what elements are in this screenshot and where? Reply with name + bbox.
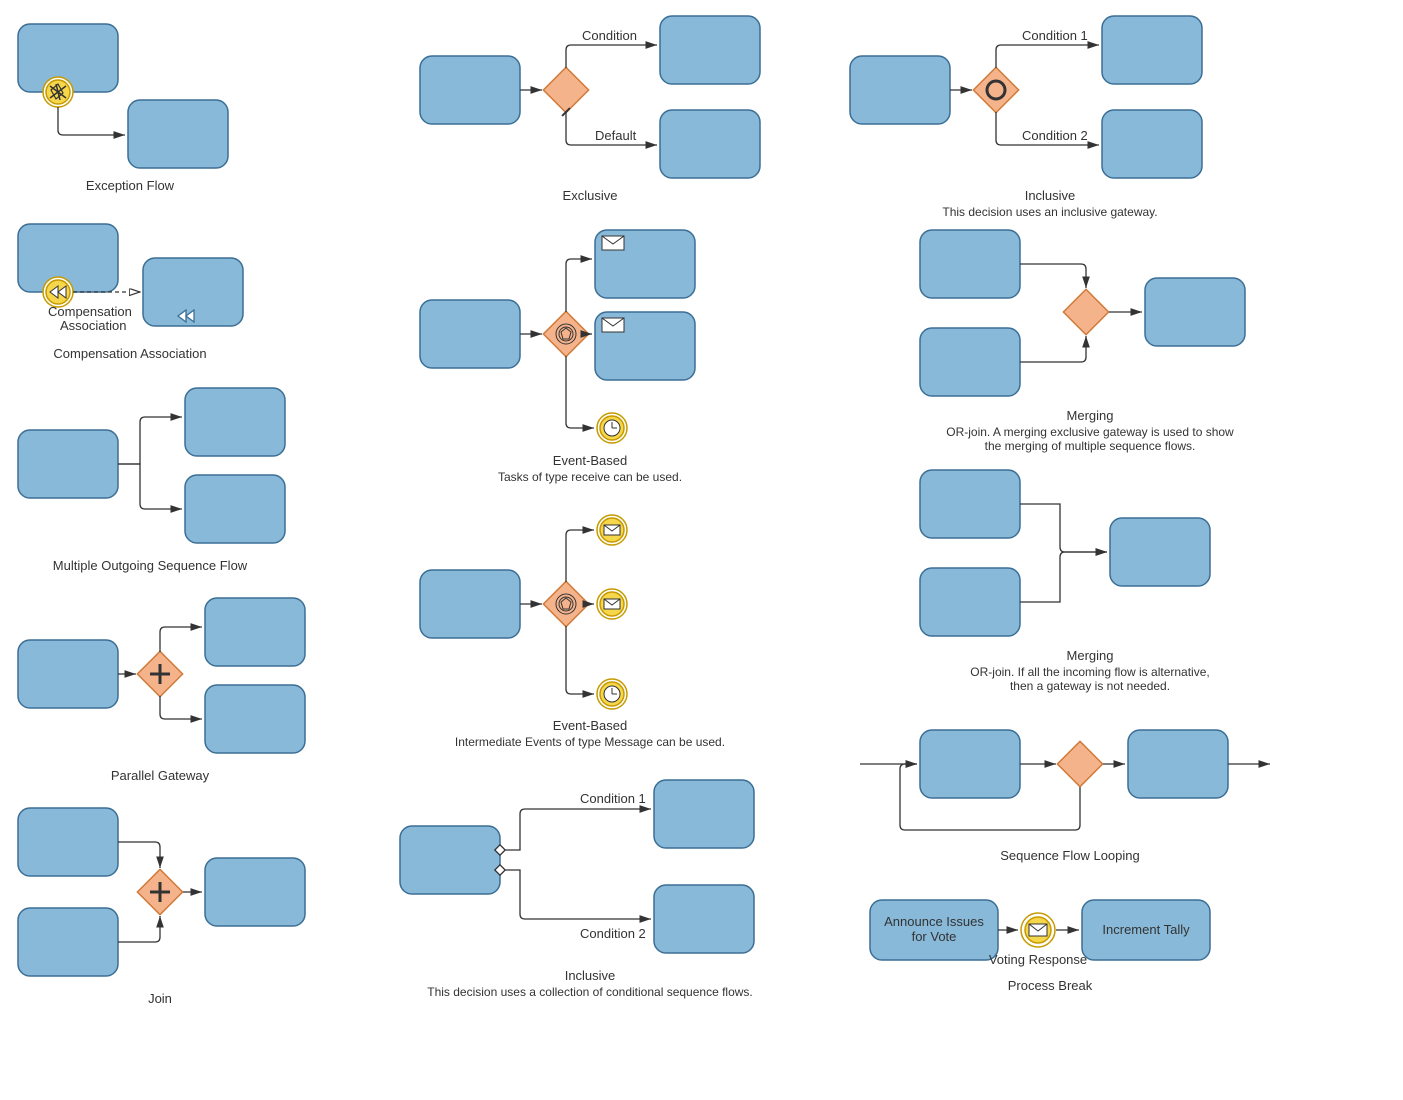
exclusive-gateway-icon	[1057, 741, 1102, 786]
multi-outgoing-cell: Multiple Outgoing Sequence Flow	[18, 388, 285, 573]
rewind-event-icon	[43, 277, 73, 307]
task-node	[920, 568, 1020, 636]
parallel-gateway-cell: Parallel Gateway	[18, 598, 305, 783]
task-node	[1128, 730, 1228, 798]
caption-sub: This decision uses an inclusive gateway.	[942, 205, 1157, 219]
caption-title: Exclusive	[563, 188, 618, 203]
event-gateway-icon	[543, 311, 588, 356]
task-node	[205, 685, 305, 753]
inclusive-gateway-cell: Condition 1 Condition 2 Inclusive This d…	[850, 16, 1202, 219]
caption-title: Sequence Flow Looping	[1000, 848, 1140, 863]
caption-title: Multiple Outgoing Sequence Flow	[53, 558, 248, 573]
task-node	[205, 858, 305, 926]
task-node	[1102, 16, 1202, 84]
task-node	[1145, 278, 1245, 346]
join-cell: Join	[18, 808, 305, 1006]
edge-label: Condition	[582, 28, 637, 43]
diagram-canvas: .task { fill:#88b9d9; stroke:#3c6f96; st…	[0, 0, 1403, 1100]
task-node	[654, 885, 754, 953]
task-node	[660, 16, 760, 84]
exclusive-cell: Condition Default Exclusive	[420, 16, 760, 203]
message-event-icon	[1021, 913, 1055, 947]
task-node	[660, 110, 760, 178]
task-node	[205, 598, 305, 666]
message-event-icon	[597, 589, 627, 619]
task-node	[1110, 518, 1210, 586]
process-break-cell: Announce Issuesfor Vote Increment Tally …	[870, 900, 1210, 993]
merging-gateway-cell: Merging OR-join. A merging exclusive gat…	[920, 230, 1245, 453]
task-node	[420, 570, 520, 638]
edge-label: Default	[595, 128, 637, 143]
event-based-tasks-cell: Event-Based Tasks of type receive can be…	[420, 230, 695, 484]
task-node	[654, 780, 754, 848]
caption-sub: This decision uses a collection of condi…	[427, 985, 753, 999]
caption-sub: Tasks of type receive can be used.	[498, 470, 682, 484]
inclusive-gateway-icon	[973, 67, 1018, 112]
envelope-icon	[602, 318, 624, 332]
merging-no-gateway-cell: Merging OR-join. If all the incoming flo…	[920, 470, 1210, 693]
caption-title: Merging	[1067, 648, 1114, 663]
message-event-icon	[597, 515, 627, 545]
task-node	[185, 388, 285, 456]
caption-title: Exception Flow	[86, 178, 175, 193]
task-node	[128, 100, 228, 168]
task-node	[920, 328, 1020, 396]
event-gateway-icon	[543, 581, 588, 626]
parallel-gateway-icon	[137, 651, 182, 696]
parallel-gateway-icon	[137, 869, 182, 914]
caption-title: Inclusive	[1025, 188, 1076, 203]
task-node	[850, 56, 950, 124]
task-node	[400, 826, 500, 894]
caption-title: Event-Based	[553, 718, 627, 733]
task-node	[420, 56, 520, 124]
task-node	[1102, 110, 1202, 178]
edge-label: Condition 2	[580, 926, 646, 941]
task-node	[18, 908, 118, 976]
inclusive-conditional-cell: Condition 1 Condition 2 Inclusive This d…	[400, 780, 754, 999]
task-label: Increment Tally	[1102, 922, 1190, 937]
task-node	[18, 808, 118, 876]
task-node	[18, 640, 118, 708]
timer-event-icon	[597, 413, 627, 443]
caption-sub: Intermediate Events of type Message can …	[455, 735, 725, 749]
task-node	[18, 430, 118, 498]
edge-label: Condition 2	[1022, 128, 1088, 143]
event-label: Voting Response	[989, 952, 1087, 967]
task-node	[920, 470, 1020, 538]
caption-title: Parallel Gateway	[111, 768, 210, 783]
task-node	[185, 475, 285, 543]
task-node	[920, 730, 1020, 798]
caption-sub: OR-join. A merging exclusive gateway is …	[946, 425, 1234, 453]
caption-title: Join	[148, 991, 172, 1006]
sequence-loop-cell: Sequence Flow Looping	[860, 730, 1270, 863]
caption-title: Event-Based	[553, 453, 627, 468]
timer-event-icon	[597, 679, 627, 709]
caption-title: Inclusive	[565, 968, 616, 983]
exception-flow-cell: Exception Flow	[18, 24, 228, 193]
task-node	[920, 230, 1020, 298]
compensation-association-cell: CompensationAssociation Compensation Ass…	[18, 224, 243, 361]
edge-label: Condition 1	[1022, 28, 1088, 43]
event-based-message-cell: Event-Based Intermediate Events of type …	[420, 515, 725, 749]
caption-title: Merging	[1067, 408, 1114, 423]
caption-title: Compensation Association	[53, 346, 206, 361]
task-node	[420, 300, 520, 368]
caption-sub: OR-join. If all the incoming flow is alt…	[970, 665, 1209, 693]
edge-label: CompensationAssociation	[48, 304, 132, 333]
edge-label: Condition 1	[580, 791, 646, 806]
envelope-icon	[602, 236, 624, 250]
exclusive-gateway-icon	[543, 67, 588, 112]
caption-title: Process Break	[1008, 978, 1093, 993]
compensation-event-icon	[43, 77, 73, 107]
exclusive-gateway-icon	[1063, 289, 1108, 334]
